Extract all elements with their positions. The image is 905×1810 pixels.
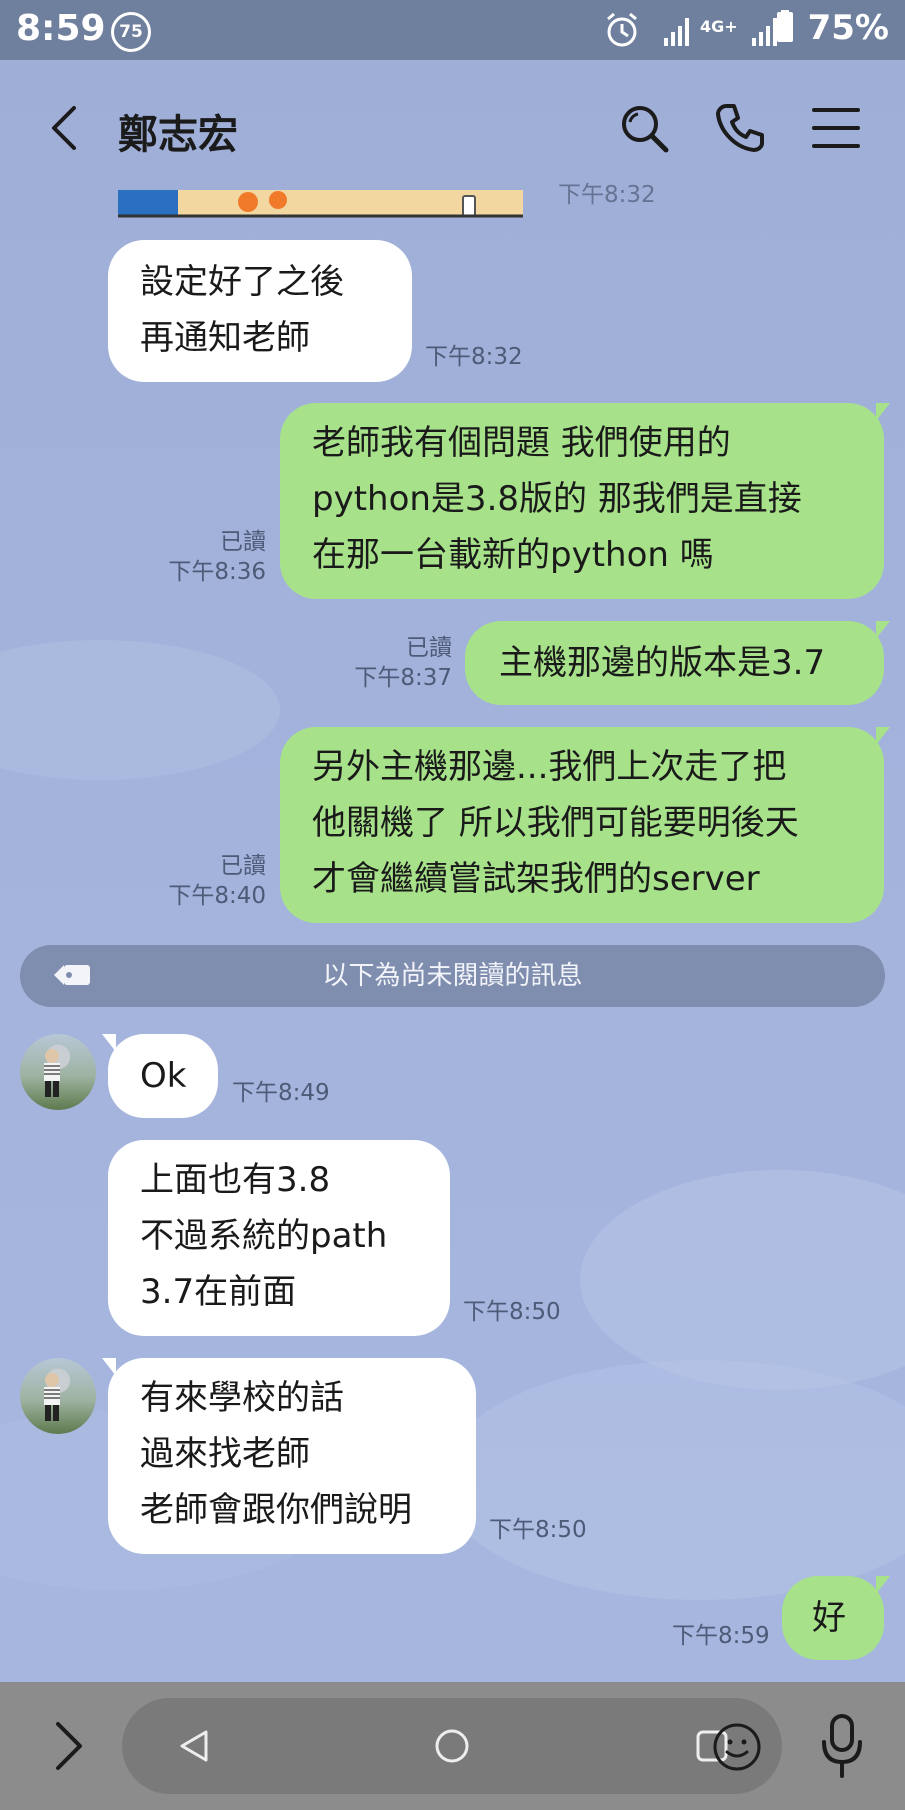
outgoing-message-bubble[interactable]: 老師我有個問題 我們使用的 python是3.8版的 那我們是直接 在那一台載新… (280, 403, 890, 599)
message-meta: 已讀 下午8:40 (120, 851, 266, 911)
emoji-icon[interactable] (710, 1720, 764, 1774)
message-line: 老師我有個問題 我們使用的 (312, 423, 731, 463)
contact-avatar[interactable] (20, 1358, 96, 1434)
message-time: 下午8:59 (672, 1623, 770, 1649)
incoming-message-bubble[interactable]: 設定好了之後 再通知老師 (108, 240, 412, 382)
person-photo (44, 1049, 60, 1097)
message-line: 過來找老師 (140, 1434, 310, 1474)
message-time: 下午8:37 (354, 665, 452, 691)
message-line: 主機那邊的版本是3.7 (499, 643, 826, 683)
message-time: 下午8:49 (232, 1080, 330, 1106)
message-time: 下午8:40 (168, 883, 266, 909)
message-line: 3.7在前面 (140, 1272, 297, 1312)
message-line: 有來學校的話 (140, 1378, 344, 1418)
tag-icon (54, 965, 90, 985)
status-icons: 4G+ (607, 12, 777, 47)
network-type: 4G+ (700, 17, 738, 36)
incoming-message-bubble[interactable]: 上面也有3.8 不過系統的path 3.7在前面 (108, 1140, 450, 1336)
message-line: 不過系統的path (140, 1216, 388, 1256)
message-line: 好 (812, 1598, 846, 1638)
message-line: 上面也有3.8 (140, 1160, 331, 1200)
incoming-message-bubble[interactable]: Ok (102, 1034, 218, 1118)
message-line: python是3.8版的 那我們是直接 (312, 479, 802, 519)
notification-badge: 75 (111, 12, 151, 52)
incoming-message-bubble[interactable]: 有來學校的話 過來找老師 老師會跟你們說明 (102, 1358, 476, 1554)
phone-icon[interactable] (712, 100, 768, 156)
battery-status: 75% (774, 8, 889, 48)
message-time: 下午8:36 (168, 559, 266, 585)
back-icon[interactable] (38, 100, 94, 156)
message-line: 另外主機那邊...我們上次走了把 (312, 747, 787, 787)
message-line: Ok (140, 1056, 187, 1096)
message-meta: 已讀 下午8:36 (120, 527, 266, 587)
battery-level: 75% (807, 8, 889, 48)
message-time: 下午8:32 (558, 182, 656, 208)
message-line: 老師會跟你們說明 (140, 1490, 412, 1530)
message-line: 再通知老師 (140, 318, 310, 358)
menu-icon[interactable] (808, 100, 864, 156)
chat-header: 鄭志宏 (0, 60, 905, 190)
signal-icon (664, 18, 689, 46)
outgoing-message-bubble[interactable]: 另外主機那邊...我們上次走了把 他關機了 所以我們可能要明後天 才會繼續嘗試架… (280, 727, 890, 923)
sticker-image[interactable] (118, 190, 523, 218)
search-icon[interactable] (616, 100, 672, 156)
outgoing-message-bubble[interactable]: 好 (782, 1576, 890, 1660)
alarm-icon (607, 12, 637, 47)
input-bar (0, 1682, 905, 1810)
contact-avatar[interactable] (20, 1034, 96, 1110)
expand-icon[interactable] (48, 1718, 88, 1774)
read-receipt: 已讀 (220, 529, 266, 555)
message-line: 才會繼續嘗試架我們的server (312, 859, 760, 899)
battery-icon (776, 10, 793, 42)
nav-home-icon[interactable] (432, 1726, 472, 1766)
microphone-icon[interactable] (814, 1710, 870, 1782)
read-receipt: 已讀 (220, 853, 266, 879)
status-bar: 8:59 75 4G+ 75% (0, 0, 905, 60)
read-receipt: 已讀 (406, 635, 452, 661)
person-photo (44, 1373, 60, 1421)
unread-divider-label: 以下為尚未閱讀的訊息 (322, 961, 583, 991)
message-line: 設定好了之後 (140, 262, 344, 302)
nav-back-icon[interactable] (174, 1726, 214, 1766)
message-time: 下午8:50 (489, 1517, 587, 1543)
outgoing-message-bubble[interactable]: 主機那邊的版本是3.7 (465, 621, 890, 705)
message-line: 他關機了 所以我們可能要明後天 (312, 803, 799, 843)
message-meta: 已讀 下午8:37 (300, 633, 452, 693)
message-line: 在那一台載新的python 嗎 (312, 535, 714, 575)
status-time: 8:59 (16, 8, 106, 49)
message-time: 下午8:50 (463, 1299, 561, 1325)
message-time: 下午8:32 (425, 344, 523, 370)
unread-divider: 以下為尚未閱讀的訊息 (20, 945, 885, 1007)
contact-name: 鄭志宏 (118, 112, 238, 158)
